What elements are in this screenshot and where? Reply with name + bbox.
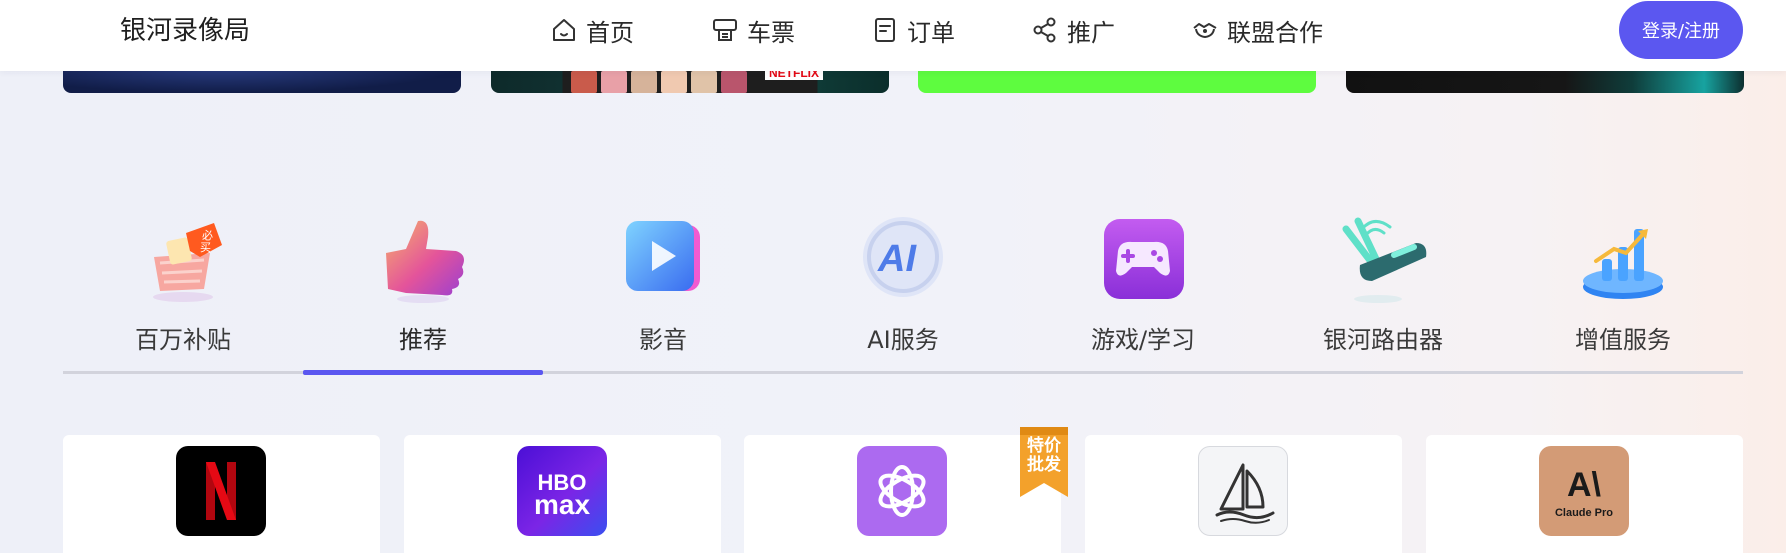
nav-home-label: 首页 bbox=[586, 18, 634, 47]
midjourney-logo-icon bbox=[1198, 446, 1288, 536]
claude-logo-icon: A\ Claude Pro bbox=[1539, 446, 1629, 536]
banner-thumb bbox=[601, 71, 627, 93]
router-icon bbox=[1342, 217, 1427, 303]
category-tab-ai-service[interactable]: AI AI服务 bbox=[783, 215, 1023, 365]
subsidy-basket-icon: 必 买 bbox=[153, 223, 222, 302]
category-label: 增值服务 bbox=[1575, 326, 1671, 354]
play-icon bbox=[626, 221, 700, 291]
hbo-max-logo-icon: HBO max bbox=[517, 446, 607, 536]
ticket-icon bbox=[713, 19, 737, 41]
home-icon bbox=[553, 19, 575, 41]
svg-text:AI: AI bbox=[877, 238, 917, 280]
thumbs-up-icon bbox=[386, 220, 464, 303]
product-card-chatgpt[interactable] bbox=[744, 435, 1061, 553]
nav-order-label: 订单 bbox=[907, 18, 955, 47]
product-card-midjourney[interactable] bbox=[1085, 435, 1402, 553]
category-label: 百万补贴 bbox=[135, 326, 231, 354]
nav-partnership[interactable]: 联盟合作 bbox=[1191, 12, 1323, 48]
nav-ticket[interactable]: 车票 bbox=[711, 12, 795, 48]
ai-icon: AI bbox=[863, 217, 943, 297]
category-tab-media[interactable]: 影音 bbox=[543, 215, 783, 365]
badge-line-1: 特价 bbox=[1027, 436, 1061, 456]
category-tab-recommend[interactable]: 推荐 bbox=[303, 215, 543, 365]
banner-thumb bbox=[661, 71, 687, 93]
category-tab-router[interactable]: 银河路由器 bbox=[1263, 215, 1503, 365]
category-tab-subsidy[interactable]: 必 买 百万补贴 bbox=[63, 215, 303, 365]
category-tab-value-added[interactable]: 增值服务 bbox=[1503, 215, 1743, 365]
growth-chart-icon bbox=[1583, 229, 1663, 299]
category-label: AI服务 bbox=[867, 326, 939, 354]
product-card-hbo-max[interactable]: HBO max bbox=[404, 435, 721, 553]
badge-line-2: 批发 bbox=[1027, 455, 1061, 475]
category-label: 银河路由器 bbox=[1323, 326, 1443, 354]
netflix-logo-icon bbox=[176, 446, 266, 536]
banner-thumb bbox=[691, 71, 717, 93]
brand-name[interactable]: 银河录像局 bbox=[120, 14, 250, 48]
claude-logo-text: Claude Pro bbox=[1555, 507, 1613, 519]
category-label: 影音 bbox=[639, 326, 687, 354]
product-card-claude-pro[interactable]: A\ Claude Pro bbox=[1426, 435, 1743, 553]
product-card-netflix[interactable] bbox=[63, 435, 380, 553]
banner-thumb bbox=[571, 71, 597, 93]
gamepad-icon bbox=[1104, 219, 1184, 299]
category-label: 游戏/学习 bbox=[1090, 326, 1196, 354]
top-navbar: 银河录像局 首页 车票 订单 推广 联盟合作 登录/注册 bbox=[0, 0, 1786, 71]
category-active-indicator bbox=[303, 370, 543, 375]
banner-thumb bbox=[631, 71, 657, 93]
claude-logo-mark: A\ bbox=[1567, 466, 1602, 504]
handshake-icon bbox=[1193, 23, 1217, 39]
nav-promote[interactable]: 推广 bbox=[1031, 12, 1115, 48]
share-icon bbox=[1033, 17, 1056, 43]
nav-home[interactable]: 首页 bbox=[550, 12, 634, 48]
banner-thumb bbox=[721, 71, 747, 93]
category-label: 推荐 bbox=[399, 326, 447, 354]
openai-logo-icon bbox=[857, 446, 947, 536]
nav-order[interactable]: 订单 bbox=[871, 12, 955, 48]
max-logo-text: max bbox=[534, 489, 590, 520]
nav-promote-label: 推广 bbox=[1067, 18, 1115, 47]
nav-ticket-label: 车票 bbox=[747, 18, 795, 47]
svg-text:买: 买 bbox=[200, 241, 211, 254]
nav-partnership-label: 联盟合作 bbox=[1227, 18, 1323, 47]
category-tab-game-study[interactable]: 游戏/学习 bbox=[1023, 215, 1263, 365]
login-register-button[interactable]: 登录/注册 bbox=[1619, 1, 1743, 59]
special-wholesale-badge: 特价 批发 bbox=[1020, 427, 1068, 497]
order-icon bbox=[875, 18, 895, 42]
